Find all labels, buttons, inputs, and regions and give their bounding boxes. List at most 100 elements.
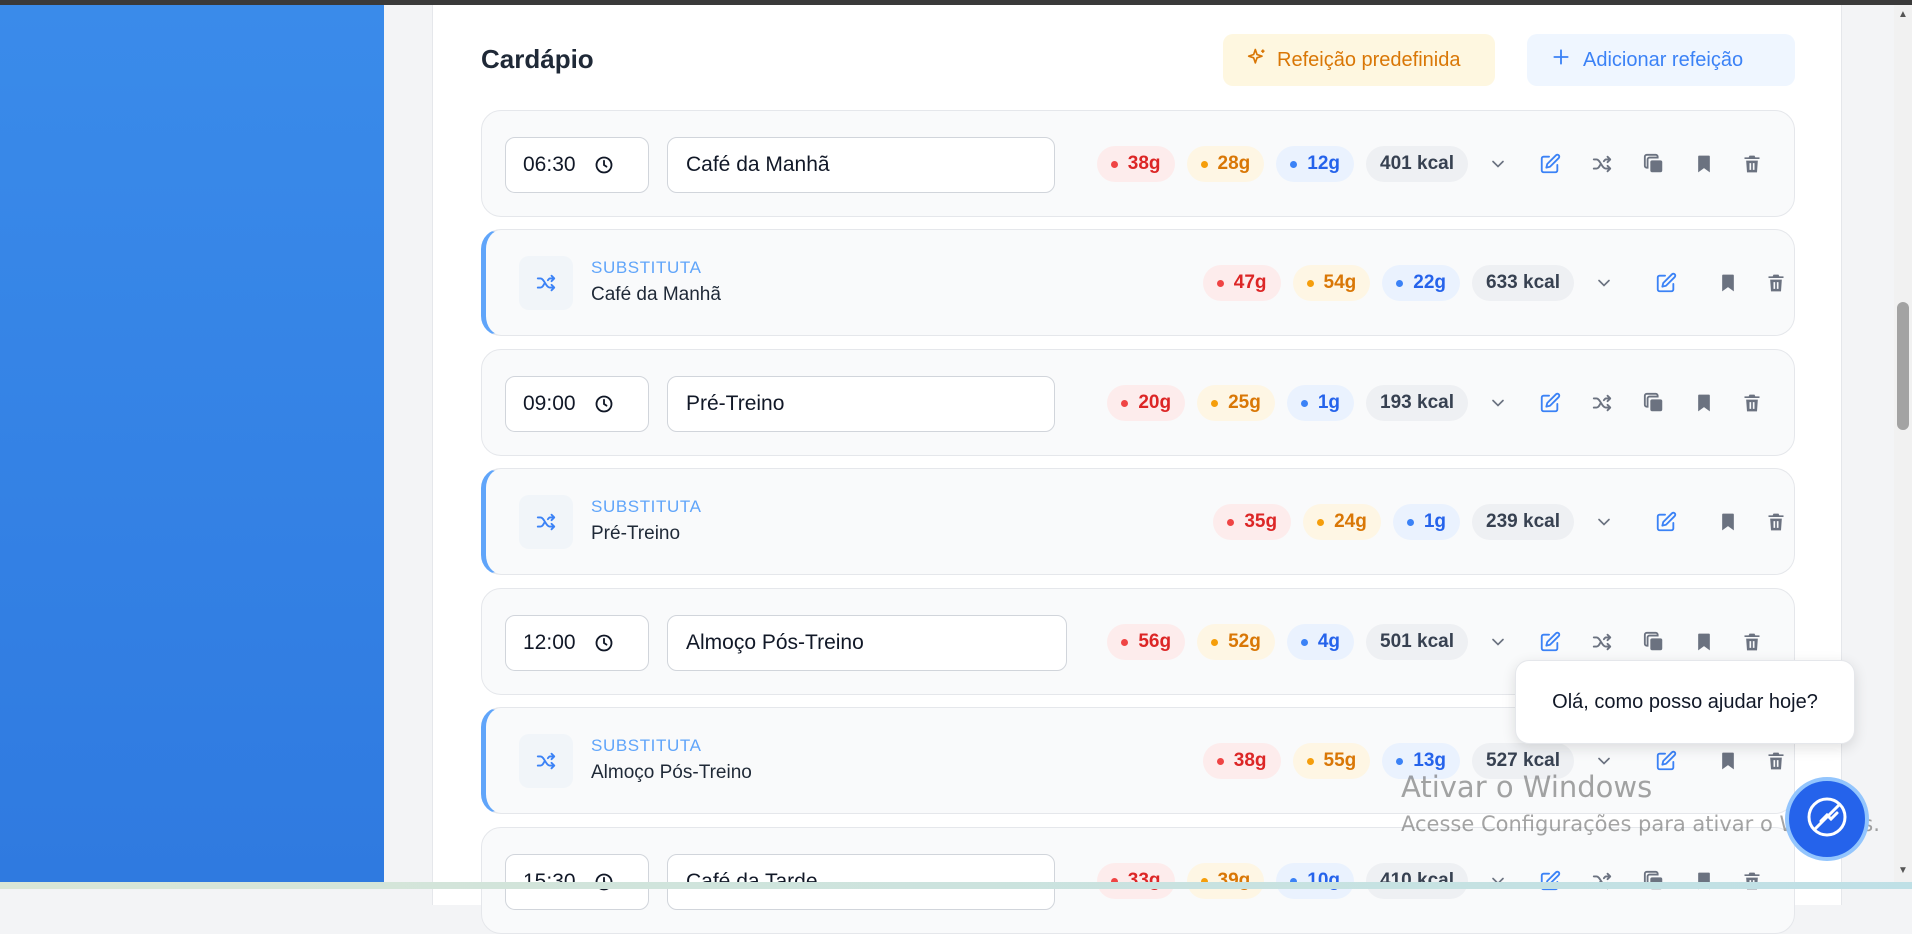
macro-dot xyxy=(1396,757,1404,765)
edit-icon[interactable] xyxy=(1538,152,1562,176)
meal-actions xyxy=(1592,503,1788,541)
bookmark-icon[interactable] xyxy=(1692,391,1716,415)
protein-pill: 20g xyxy=(1107,385,1186,421)
sidebar xyxy=(0,5,384,882)
carbs-pill-value: 55g xyxy=(1323,750,1357,771)
fat-pill-value: 13g xyxy=(1413,750,1447,771)
fat-pill: 4g xyxy=(1286,624,1355,660)
trash-icon[interactable] xyxy=(1740,391,1764,415)
preset-meal-button[interactable]: Refeição predefinida xyxy=(1223,34,1495,86)
bookmark-icon[interactable] xyxy=(1692,869,1716,893)
macro-pills: 35g 24g 1g 239 kcal xyxy=(1213,503,1574,541)
meal-time-input[interactable]: 12:00 xyxy=(505,615,649,671)
macro-pills: 56g 52g 4g 501 kcal xyxy=(1107,623,1468,661)
shuffle-icon[interactable] xyxy=(1590,869,1614,893)
edit-icon[interactable] xyxy=(1654,271,1678,295)
fat-pill: 12g xyxy=(1276,146,1355,182)
protein-pill: 56g xyxy=(1107,624,1186,660)
macro-dot xyxy=(1211,638,1219,646)
scroll-thumb[interactable] xyxy=(1897,302,1909,430)
meal-time-value: 09:00 xyxy=(523,392,576,415)
meal-name-input[interactable]: Café da Manhã xyxy=(667,137,1055,193)
meal-time-input[interactable]: 06:30 xyxy=(505,137,649,193)
chevron-down-icon[interactable] xyxy=(1592,510,1616,534)
meal-time-input[interactable]: 09:00 xyxy=(505,376,649,432)
kcal-pill: 410 kcal xyxy=(1366,863,1468,899)
macro-dot xyxy=(1306,757,1314,765)
edit-icon[interactable] xyxy=(1538,391,1562,415)
carbs-pill: 54g xyxy=(1292,265,1371,301)
macro-dot xyxy=(1216,279,1224,287)
fat-pill: 10g xyxy=(1276,863,1355,899)
macro-pills: 38g 28g 12g 401 kcal xyxy=(1096,145,1468,183)
copy-icon[interactable] xyxy=(1642,630,1666,654)
add-meal-button[interactable]: Adicionar refeição xyxy=(1527,34,1795,86)
carbs-pill: 39g xyxy=(1186,863,1265,899)
shuffle-icon[interactable] xyxy=(1590,630,1614,654)
copy-icon[interactable] xyxy=(1642,152,1666,176)
trash-icon[interactable] xyxy=(1764,271,1788,295)
protein-pill: 33g xyxy=(1096,863,1175,899)
edit-icon[interactable] xyxy=(1538,630,1562,654)
meal-row: 15:30Café da Tarde33g39g10g410 kcal xyxy=(481,827,1795,934)
copy-icon[interactable] xyxy=(1642,869,1666,893)
edit-icon[interactable] xyxy=(1654,510,1678,534)
macro-pills: 47g 54g 22g 633 kcal xyxy=(1202,264,1574,302)
macro-pills: 20g 25g 1g 193 kcal xyxy=(1107,384,1468,422)
scroll-down-arrow[interactable]: ▼ xyxy=(1898,865,1908,876)
protein-pill-value: 38g xyxy=(1127,153,1161,174)
fat-pill: 22g xyxy=(1382,265,1461,301)
bookmark-icon[interactable] xyxy=(1716,271,1740,295)
kcal-pill: 239 kcal xyxy=(1472,504,1574,540)
macro-dot xyxy=(1227,518,1235,526)
chevron-down-icon[interactable] xyxy=(1486,869,1510,893)
macro-dot xyxy=(1121,638,1129,646)
carbs-pill-value: 25g xyxy=(1228,392,1261,413)
chat-assistant-button[interactable] xyxy=(1785,777,1869,861)
chat-greeting-bubble[interactable]: Olá, como posso ajudar hoje? xyxy=(1515,660,1855,744)
shuffle-icon[interactable] xyxy=(1590,391,1614,415)
trash-icon[interactable] xyxy=(1764,510,1788,534)
bookmark-icon[interactable] xyxy=(1692,630,1716,654)
macro-dot xyxy=(1306,279,1314,287)
protein-pill-value: 35g xyxy=(1244,511,1278,532)
trash-icon[interactable] xyxy=(1740,869,1764,893)
meal-actions xyxy=(1486,623,1764,661)
meal-name-input[interactable]: Almoço Pós-Treino xyxy=(667,615,1067,671)
bookmark-icon[interactable] xyxy=(1716,510,1740,534)
chevron-down-icon[interactable] xyxy=(1486,630,1510,654)
substitute-meal-name: Café da Manhã xyxy=(591,284,721,305)
meal-name-input[interactable]: Pré-Treino xyxy=(667,376,1055,432)
shuffle-icon[interactable] xyxy=(1590,152,1614,176)
carbs-pill: 28g xyxy=(1186,146,1265,182)
fat-pill-value: 12g xyxy=(1307,153,1341,174)
carbs-pill: 25g xyxy=(1197,385,1275,421)
copy-icon[interactable] xyxy=(1642,391,1666,415)
macro-dot xyxy=(1290,160,1298,168)
carbs-pill-value: 24g xyxy=(1334,511,1367,532)
vertical-scrollbar[interactable]: ▲ ▼ xyxy=(1894,5,1912,882)
chevron-down-icon[interactable] xyxy=(1592,271,1616,295)
trash-icon[interactable] xyxy=(1740,152,1764,176)
macro-pills: 33g 39g 10g 410 kcal xyxy=(1096,862,1468,900)
macro-dot xyxy=(1300,638,1308,646)
protein-pill-value: 56g xyxy=(1138,631,1172,652)
kcal-pill: 401 kcal xyxy=(1366,146,1468,182)
taskbar-edge xyxy=(0,882,1912,889)
clock-icon xyxy=(594,394,614,414)
macro-dot xyxy=(1396,279,1404,287)
menu-header: Cardápio Refeição predefinida Adicionar … xyxy=(481,32,1795,86)
preset-meal-label: Refeição predefinida xyxy=(1277,48,1461,71)
edit-icon[interactable] xyxy=(1538,869,1562,893)
bookmark-icon[interactable] xyxy=(1692,152,1716,176)
sparkles-icon xyxy=(1247,47,1267,73)
macro-dot xyxy=(1406,518,1414,526)
chevron-down-icon[interactable] xyxy=(1486,391,1510,415)
kcal-pill: 501 kcal xyxy=(1366,624,1468,660)
scroll-up-arrow[interactable]: ▲ xyxy=(1898,9,1908,20)
trash-icon[interactable] xyxy=(1740,630,1764,654)
kcal-pill: 193 kcal xyxy=(1366,385,1468,421)
chevron-down-icon[interactable] xyxy=(1486,152,1510,176)
meal-actions xyxy=(1486,862,1764,900)
fat-pill-value: 22g xyxy=(1413,272,1447,293)
